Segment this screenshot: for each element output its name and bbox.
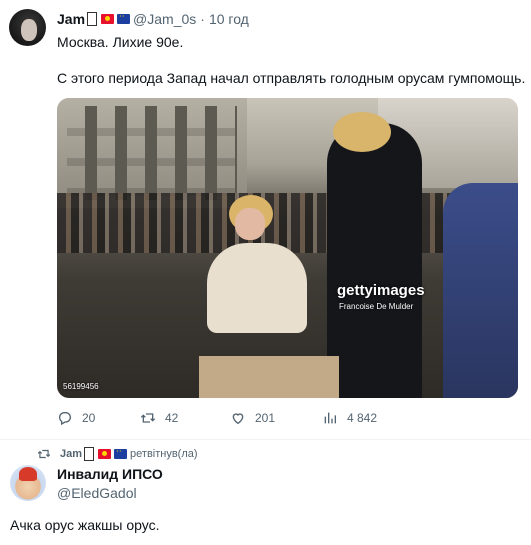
reply-button[interactable]: 20 <box>57 410 95 426</box>
tweet-photo[interactable]: gettyimages Francoise De Mulder 56199456 <box>57 98 518 398</box>
retweet-button[interactable]: 42 <box>140 410 178 426</box>
flag-kg-icon <box>101 14 115 24</box>
tweet-text-line1: Москва. Лихие 90е. <box>57 34 184 50</box>
views-count: 4 842 <box>347 411 378 425</box>
retweet-icon <box>37 449 51 459</box>
reply-count: 20 <box>82 411 96 425</box>
divider <box>0 439 531 440</box>
photo-figure-right <box>443 183 518 398</box>
tweet: Jam @Jam_0s · 10 год Москва. Лихие 90е. … <box>0 0 531 440</box>
tweet-actions: 20 42 201 4 842 <box>57 410 518 430</box>
retweet-icon <box>140 413 156 423</box>
retweet-count: 42 <box>165 411 179 425</box>
like-button[interactable]: 201 <box>230 410 275 426</box>
flag-eu-icon <box>117 11 131 24</box>
flag-eu-icon <box>114 446 128 459</box>
tweet-time[interactable]: 10 год <box>209 11 249 27</box>
reply-author-name[interactable]: Инвалид ИПСО <box>57 466 163 482</box>
views-button[interactable]: 4 842 <box>322 410 377 426</box>
retweet-indicator: Jam ретвітнув(ла) <box>37 446 198 461</box>
reply-author-avatar[interactable] <box>10 465 46 501</box>
photo-woman <box>207 243 307 333</box>
reply-icon <box>59 412 71 426</box>
like-count: 201 <box>255 411 276 425</box>
views-icon <box>324 412 336 424</box>
photo-box <box>199 356 339 398</box>
photo-man <box>327 123 422 398</box>
author-avatar[interactable] <box>9 9 46 46</box>
photo-woman-face <box>235 208 265 240</box>
like-icon <box>232 413 244 425</box>
tweet-header: Jam @Jam_0s · 10 год <box>57 11 249 27</box>
getty-watermark: gettyimages <box>337 282 425 299</box>
photo-credit: Francoise De Mulder <box>339 302 414 311</box>
tweet-text-line2: С этого периода Запад начал отправлять г… <box>57 70 526 86</box>
retweet-label: ретвітнув(ла) <box>130 448 198 460</box>
reply-author-handle[interactable]: @EledGadol <box>57 485 137 501</box>
photo-man-hat <box>333 112 391 152</box>
author-name[interactable]: Jam <box>57 11 85 27</box>
author-handle[interactable]: @Jam_0s <box>133 11 196 27</box>
unknown-glyph-icon <box>84 447 95 461</box>
reply-text: Ачка орус жакшы орус. <box>10 517 160 533</box>
flag-kg-icon <box>98 449 112 459</box>
photo-building <box>57 98 247 208</box>
retweeter-name[interactable]: Jam <box>60 448 82 460</box>
photo-id: 56199456 <box>63 382 99 391</box>
unknown-glyph-icon <box>87 12 98 26</box>
header-separator: · <box>200 11 205 27</box>
